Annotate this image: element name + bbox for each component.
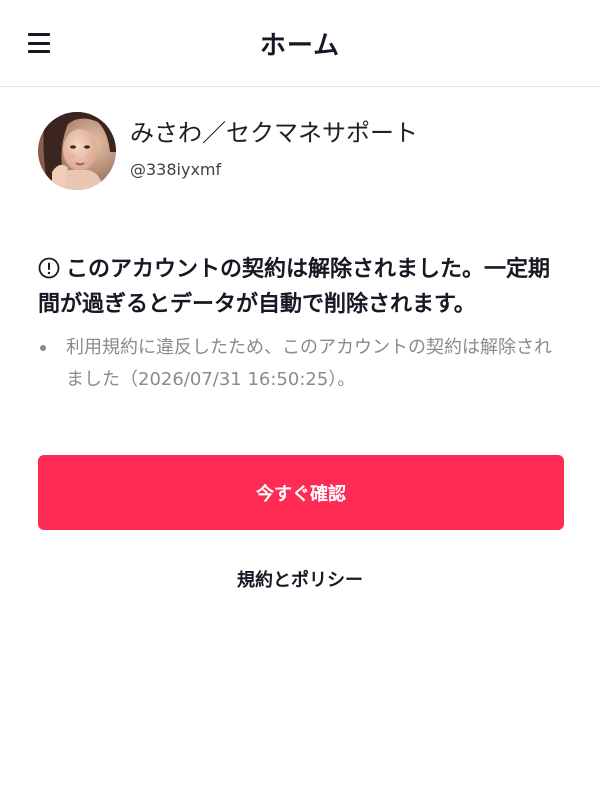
page-title: ホーム [259,30,341,61]
display-name: みさわ／セクマネサポート [130,119,418,147]
alert-circle-icon [38,257,60,279]
menu-line [28,50,50,53]
menu-line [28,33,50,36]
avatar-image [38,112,116,190]
notice-title: このアカウントの契約は解除されました。一定期間が過ぎるとデータが自動で削除されま… [38,252,568,322]
top-header: ホーム [0,0,600,87]
hamburger-menu-icon[interactable] [28,28,60,58]
list-item: 利用規約に違反したため、このアカウントの契約は解除されました（2026/07/3… [38,332,568,396]
profile-section: みさわ／セクマネサポート @338iyxmf [38,112,418,190]
bullet-dot [40,345,46,351]
profile-text: みさわ／セクマネサポート @338iyxmf [130,112,418,179]
username: @338iyxmf [130,160,222,179]
account-notice: このアカウントの契約は解除されました。一定期間が過ぎるとデータが自動で削除されま… [38,252,568,396]
notice-title-text: このアカウントの契約は解除されました。一定期間が過ぎるとデータが自動で削除されま… [38,257,551,317]
avatar [38,112,116,190]
notice-detail-text: 利用規約に違反したため、このアカウントの契約は解除されました（2026/07/3… [66,337,552,390]
terms-policy-link[interactable]: 規約とポリシー [0,566,600,592]
confirm-now-button[interactable]: 今すぐ確認 [38,455,564,530]
notice-details: 利用規約に違反したため、このアカウントの契約は解除されました（2026/07/3… [38,332,568,396]
app-screen: ホーム みさわ／セクマネサポート @338iyxmf このアカウントの契約は解除… [0,0,600,800]
menu-line [28,41,50,45]
